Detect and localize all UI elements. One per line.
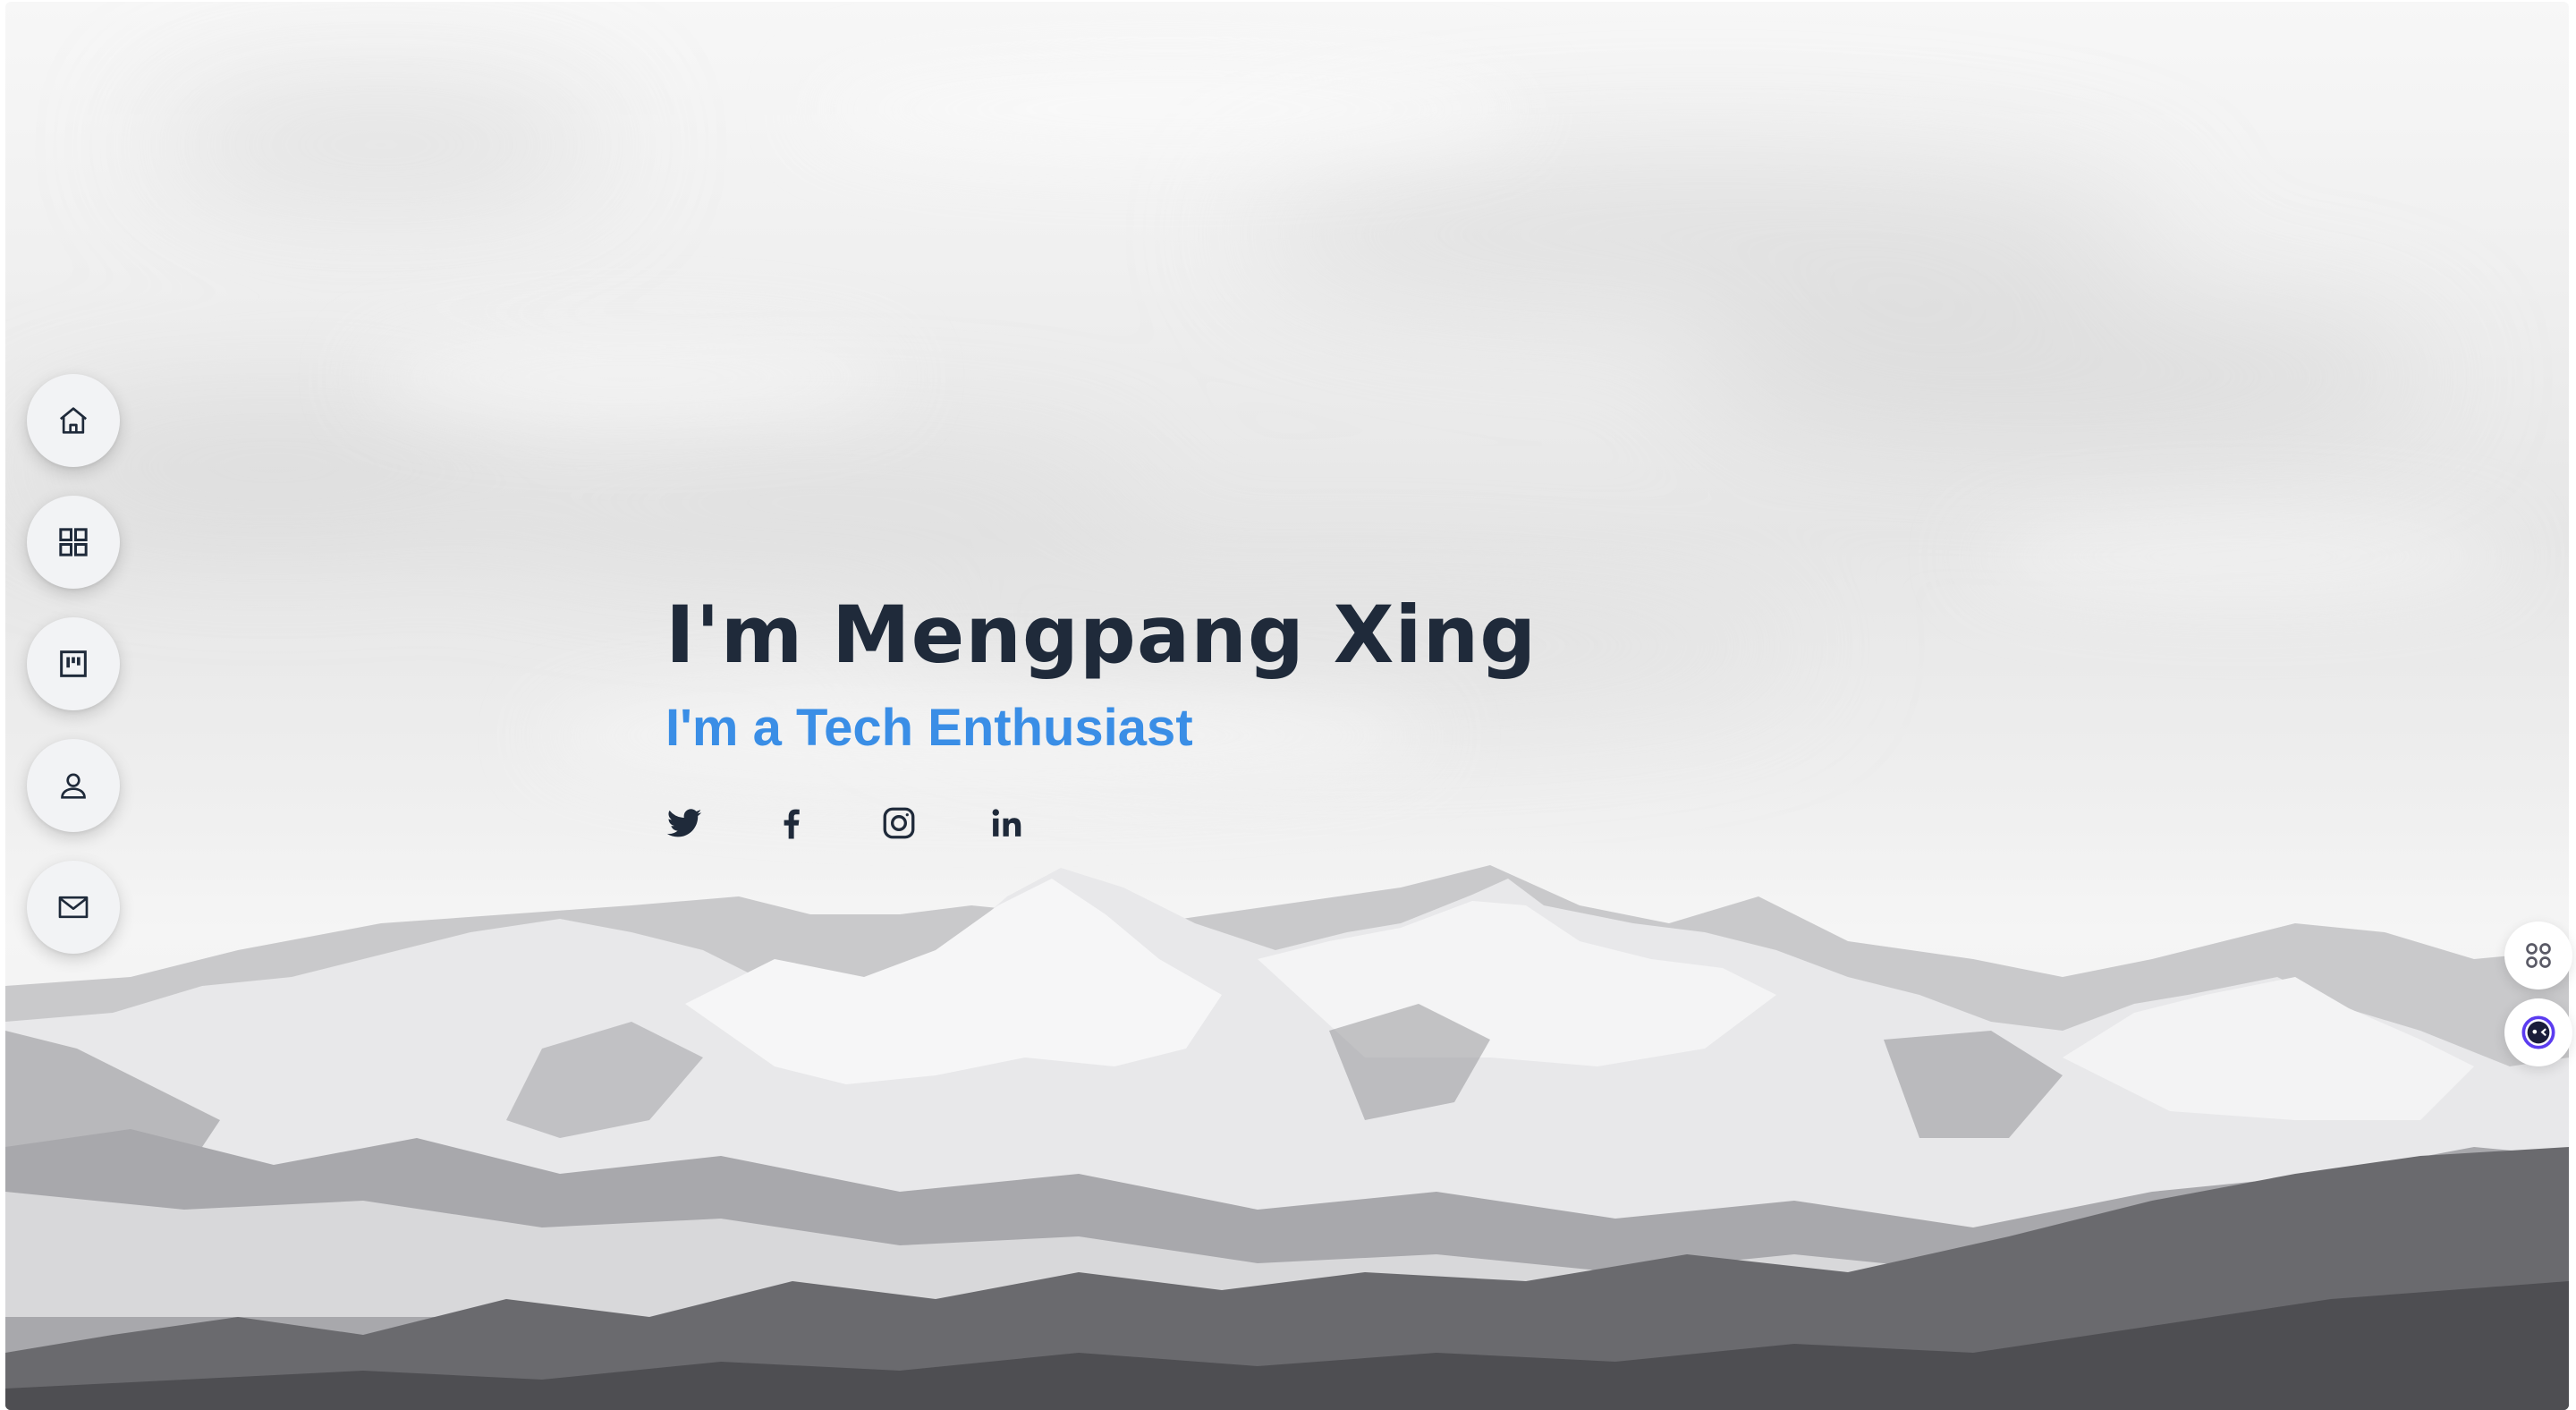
page-title: I'm Mengpang Xing	[665, 589, 1538, 681]
apps-icon	[2526, 943, 2551, 968]
linkedin-icon	[992, 809, 1021, 837]
nav-home-button[interactable]	[27, 374, 120, 467]
twitter-link[interactable]	[665, 796, 773, 850]
hero-background: I'm Mengpang Xing I'm a Tech Enthusiast	[5, 2, 2569, 1410]
floating-assistant-button[interactable]	[2504, 998, 2572, 1066]
facebook-icon	[784, 809, 800, 839]
floating-apps-button[interactable]	[2504, 922, 2572, 990]
grid-icon	[59, 528, 88, 556]
nav-contact-button[interactable]	[27, 861, 120, 954]
nav-portfolio-button[interactable]	[27, 496, 120, 589]
nav-resume-button[interactable]	[27, 617, 120, 710]
hero-subtitle: I'm a Tech Enthusiast	[665, 699, 1193, 757]
instagram-link[interactable]	[880, 796, 987, 850]
instagram-icon	[883, 807, 915, 839]
user-icon	[61, 773, 86, 799]
social-links	[665, 796, 1739, 850]
mail-icon	[58, 896, 89, 919]
twitter-icon	[666, 809, 702, 837]
nav-about-button[interactable]	[27, 739, 120, 832]
facebook-link[interactable]	[773, 796, 880, 850]
linkedin-link[interactable]	[987, 796, 1095, 850]
home-icon	[59, 407, 88, 434]
board-icon	[60, 650, 87, 677]
assistant-face-icon	[2521, 1015, 2555, 1049]
snowy-mountains-illustration	[5, 865, 2569, 1410]
hero-section: I'm Mengpang Xing I'm a Tech Enthusiast	[665, 582, 1739, 850]
